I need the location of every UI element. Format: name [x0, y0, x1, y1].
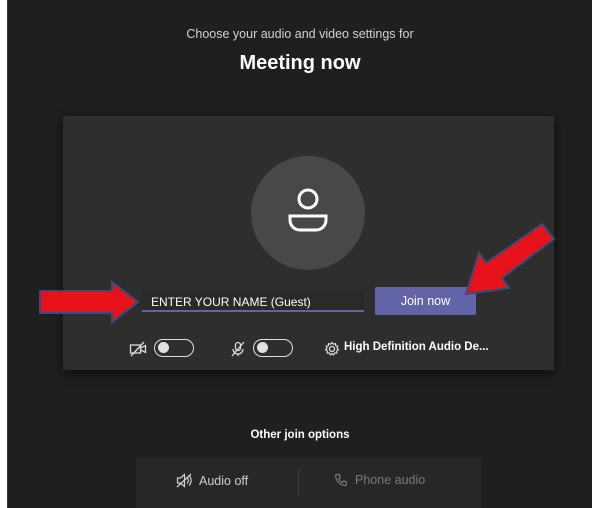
person-icon — [288, 188, 328, 232]
avatar — [251, 156, 365, 270]
speaker-off-icon — [176, 473, 192, 488]
camera-toggle[interactable] — [154, 339, 194, 357]
device-controls: High Definition Audio De... — [63, 336, 554, 362]
phone-icon — [334, 473, 348, 487]
gear-icon[interactable] — [324, 341, 340, 357]
phone-audio-label: Phone audio — [355, 473, 426, 487]
mic-off-icon — [231, 341, 245, 357]
audio-off-label: Audio off — [199, 474, 249, 488]
camera-toggle-knob — [158, 342, 169, 353]
phone-audio-option[interactable]: Phone audio — [334, 473, 425, 493]
right-annotation-arrow — [464, 222, 556, 296]
mic-toggle[interactable] — [253, 339, 293, 357]
mic-toggle-knob — [257, 342, 268, 353]
audio-off-option[interactable]: Audio off — [176, 473, 248, 493]
settings-subtitle: Choose your audio and video settings for — [186, 27, 414, 41]
camera-off-icon — [129, 341, 147, 357]
other-join-options-title: Other join options — [250, 429, 350, 441]
name-input-value: ENTER YOUR NAME (Guest) — [151, 295, 311, 309]
left-annotation-arrow — [39, 280, 140, 324]
audio-device-selector[interactable]: High Definition Audio De... — [344, 341, 489, 353]
meeting-title: Meeting now — [239, 52, 361, 74]
options-divider — [298, 470, 299, 496]
other-join-options: Audio off Phone audio — [136, 458, 481, 508]
